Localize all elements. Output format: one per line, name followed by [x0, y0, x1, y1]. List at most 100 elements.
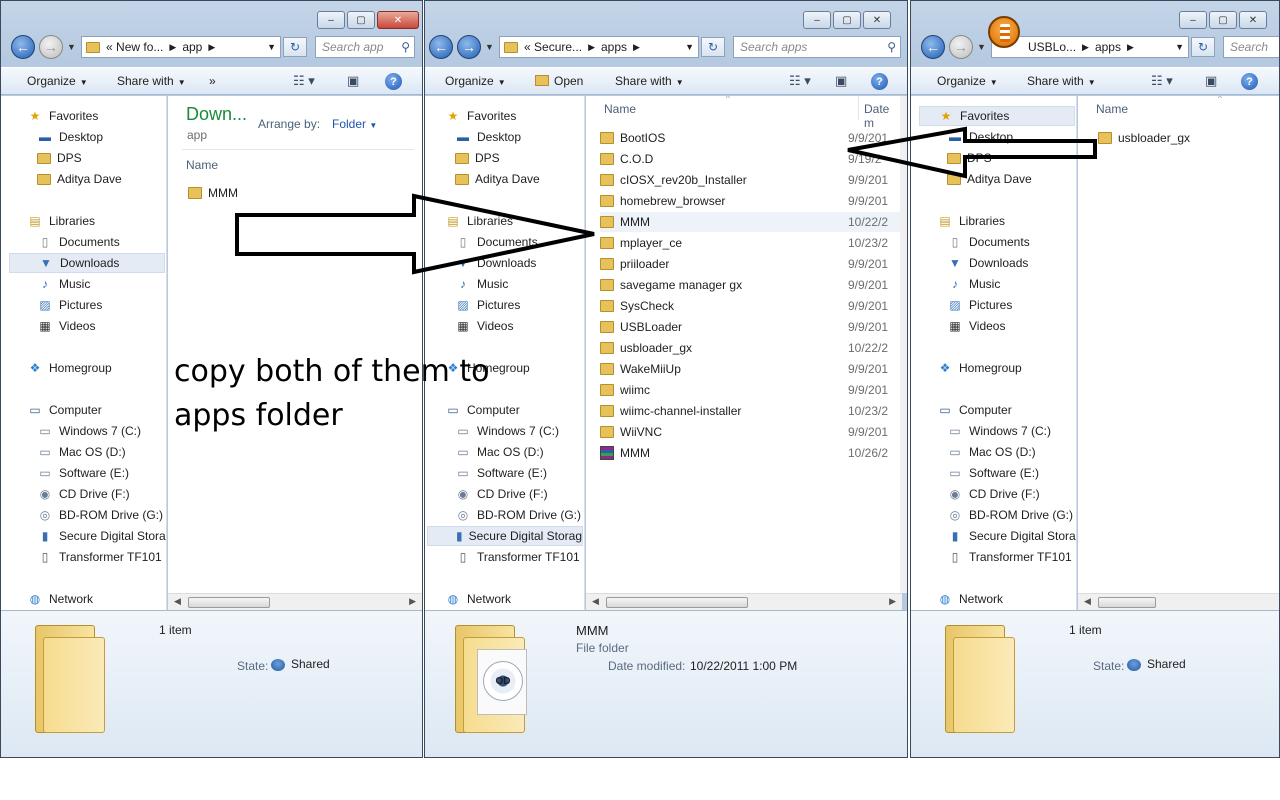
horizontal-scrollbar[interactable]: ◀ ▶: [168, 593, 422, 610]
views-icon[interactable]: ☷ ▾: [789, 73, 811, 89]
file-row[interactable]: C.O.D 9/19/2: [600, 149, 900, 169]
recent-pages-icon[interactable]: ▼: [485, 42, 494, 52]
maximize-button[interactable]: ▢: [347, 11, 375, 29]
nav-favorites[interactable]: ★ Favorites: [27, 106, 99, 126]
nav-desktop[interactable]: ▬ Desktop: [455, 127, 521, 147]
file-row[interactable]: wiimc 9/9/201: [600, 380, 900, 400]
nav-homegroup[interactable]: ❖ Homegroup: [937, 358, 1022, 378]
horizontal-scrollbar[interactable]: ◀: [1078, 593, 1279, 610]
file-row[interactable]: homebrew_browser 9/9/201: [600, 191, 900, 211]
breadcrumb-separator-icon[interactable]: ▶: [588, 42, 595, 53]
nav-videos[interactable]: ▦ Videos: [37, 316, 95, 336]
nav-drive-g[interactable]: ◎ BD-ROM Drive (G:): [455, 505, 581, 525]
nav-downloads[interactable]: ▼ Downloads: [455, 253, 536, 273]
nav-pictures[interactable]: ▨ Pictures: [947, 295, 1012, 315]
share-with-button[interactable]: Share with ▼: [1027, 74, 1096, 88]
address-dropdown-icon[interactable]: ▼: [267, 42, 276, 52]
views-icon[interactable]: ☷ ▾: [293, 73, 315, 89]
nav-user[interactable]: Aditya Dave: [455, 169, 540, 189]
forward-button[interactable]: →: [39, 35, 63, 59]
scroll-left-icon[interactable]: ◀: [174, 596, 181, 607]
refresh-button[interactable]: ↻: [283, 37, 307, 57]
maximize-button[interactable]: ▢: [833, 11, 861, 29]
address-dropdown-icon[interactable]: ▼: [1175, 42, 1184, 52]
file-row[interactable]: priiloader 9/9/201: [600, 254, 900, 274]
scrollbar-thumb[interactable]: [606, 597, 748, 608]
nav-transformer[interactable]: ▯ Transformer TF101: [947, 547, 1072, 567]
forward-button[interactable]: →: [949, 35, 973, 59]
nav-libraries[interactable]: ▤ Libraries: [937, 211, 1005, 231]
refresh-button[interactable]: ↻: [1191, 37, 1215, 57]
column-header-name[interactable]: Name: [186, 158, 218, 172]
breadcrumb-item[interactable]: app: [182, 40, 202, 54]
nav-libraries[interactable]: ▤ Libraries: [445, 211, 513, 231]
file-row[interactable]: MMM 10/22/2: [600, 212, 900, 232]
nav-music[interactable]: ♪ Music: [947, 274, 1000, 294]
help-icon[interactable]: ?: [385, 73, 402, 90]
nav-drive-d[interactable]: ▭ Mac OS (D:): [947, 442, 1035, 462]
nav-sd-storage[interactable]: ▮ Secure Digital Storag: [947, 526, 1076, 546]
nav-computer[interactable]: ▭ Computer: [27, 400, 101, 420]
nav-sd-storage[interactable]: ▮ Secure Digital Storag: [427, 526, 583, 546]
nav-drive-g[interactable]: ◎ BD-ROM Drive (G:): [37, 505, 163, 525]
nav-documents[interactable]: ▯ Documents: [947, 232, 1030, 252]
close-button[interactable]: ✕: [377, 11, 419, 29]
nav-dps[interactable]: DPS: [37, 148, 82, 168]
nav-drive-f[interactable]: ◉ CD Drive (F:): [947, 484, 1040, 504]
nav-homegroup[interactable]: ❖ Homegroup: [27, 358, 112, 378]
nav-transformer[interactable]: ▯ Transformer TF101: [455, 547, 580, 567]
breadcrumb-separator-icon[interactable]: ▶: [208, 42, 215, 53]
search-input[interactable]: Search apps ⚲: [733, 36, 901, 58]
nav-desktop[interactable]: ▬ Desktop: [37, 127, 103, 147]
nav-drive-f[interactable]: ◉ CD Drive (F:): [37, 484, 130, 504]
file-row[interactable]: WakeMiiUp 9/9/201: [600, 359, 900, 379]
search-input[interactable]: Search app ⚲: [315, 36, 415, 58]
search-input[interactable]: Search: [1223, 36, 1279, 58]
organize-button[interactable]: Organize ▼: [27, 74, 88, 88]
open-button[interactable]: Open: [535, 74, 583, 88]
breadcrumb-separator-icon[interactable]: ▶: [1127, 42, 1134, 53]
address-bar[interactable]: USBLo... ▶ apps ▶ ▼: [991, 36, 1189, 58]
nav-drive-d[interactable]: ▭ Mac OS (D:): [455, 442, 543, 462]
close-button[interactable]: ✕: [863, 11, 891, 29]
organize-button[interactable]: Organize ▼: [445, 74, 506, 88]
arrange-by-dropdown[interactable]: Folder ▼: [332, 117, 377, 131]
nav-documents[interactable]: ▯ Documents: [455, 232, 538, 252]
minimize-button[interactable]: –: [317, 11, 345, 29]
nav-pictures[interactable]: ▨ Pictures: [455, 295, 520, 315]
views-icon[interactable]: ☷ ▾: [1151, 73, 1173, 89]
file-row[interactable]: MMM 10/26/2: [600, 443, 900, 463]
file-row[interactable]: WiiVNC 9/9/201: [600, 422, 900, 442]
nav-user[interactable]: Aditya Dave: [947, 169, 1032, 189]
nav-drive-d[interactable]: ▭ Mac OS (D:): [37, 442, 125, 462]
address-bar[interactable]: « New fo... ▶ app ▶ ▼: [81, 36, 281, 58]
nav-dps[interactable]: DPS: [947, 148, 992, 168]
column-header-name[interactable]: Name: [604, 102, 636, 116]
scroll-left-icon[interactable]: ◀: [1084, 596, 1091, 607]
recent-pages-icon[interactable]: ▼: [977, 42, 986, 52]
nav-drive-f[interactable]: ◉ CD Drive (F:): [455, 484, 548, 504]
share-with-button[interactable]: Share with ▼: [117, 74, 186, 88]
organize-button[interactable]: Organize ▼: [937, 74, 998, 88]
nav-favorites[interactable]: ★ Favorites: [919, 106, 1075, 126]
nav-drive-g[interactable]: ◎ BD-ROM Drive (G:): [947, 505, 1073, 525]
list-item[interactable]: MMM: [188, 183, 238, 203]
breadcrumb-item[interactable]: apps: [1095, 40, 1121, 54]
nav-user[interactable]: Aditya Dave: [37, 169, 122, 189]
forward-button[interactable]: →: [457, 35, 481, 59]
back-button[interactable]: ←: [429, 35, 453, 59]
close-button[interactable]: ✕: [1239, 11, 1267, 29]
nav-videos[interactable]: ▦ Videos: [455, 316, 513, 336]
nav-documents[interactable]: ▯ Documents: [37, 232, 120, 252]
file-row[interactable]: mplayer_ce 10/23/2: [600, 233, 900, 253]
breadcrumb-item[interactable]: USBLo...: [1028, 40, 1076, 54]
preview-pane-icon[interactable]: ▣: [1205, 73, 1217, 89]
breadcrumb-item[interactable]: New fo...: [116, 40, 163, 54]
nav-drive-e[interactable]: ▭ Software (E:): [455, 463, 547, 483]
nav-libraries[interactable]: ▤ Libraries: [27, 211, 95, 231]
file-row[interactable]: savegame manager gx 9/9/201: [600, 275, 900, 295]
file-row[interactable]: wiimc-channel-installer 10/23/2: [600, 401, 900, 421]
scrollbar-thumb[interactable]: [1098, 597, 1156, 608]
preview-pane-icon[interactable]: ▣: [347, 73, 359, 89]
address-bar[interactable]: « Secure... ▶ apps ▶ ▼: [499, 36, 699, 58]
